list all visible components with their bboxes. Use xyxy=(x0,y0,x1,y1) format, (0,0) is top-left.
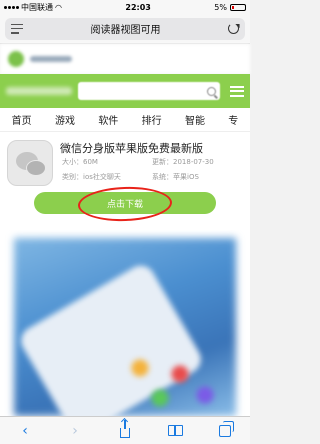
app-icon xyxy=(7,140,53,186)
battery-percent: 5% xyxy=(214,2,227,12)
browser-toolbar: ‹ › xyxy=(0,416,250,444)
app-category-label: 类别： xyxy=(62,173,83,181)
app-updated: 更新：2018-07-30 xyxy=(152,157,214,167)
nav-item-games[interactable]: 游戏 xyxy=(51,110,79,129)
app-system-value: 苹果iOS xyxy=(173,173,199,181)
app-updated-value: 2018-07-30 xyxy=(173,158,214,166)
preview-icons-blurred xyxy=(120,350,220,410)
search-icon[interactable] xyxy=(207,86,216,96)
bookmarks-icon[interactable] xyxy=(165,421,185,441)
app-screenshot-preview xyxy=(0,230,250,416)
wifi-icon: ◠ xyxy=(55,2,62,12)
menu-icon[interactable] xyxy=(230,85,244,97)
status-right: 5% xyxy=(214,3,246,12)
signal-icon xyxy=(4,5,19,9)
app-size: 大小：60M xyxy=(62,157,98,167)
status-time: 22:03 xyxy=(125,2,151,12)
address-title[interactable]: 阅读器视图可用 xyxy=(91,21,161,36)
battery-icon xyxy=(230,3,246,11)
annotation-circle xyxy=(77,185,173,223)
app-size-value: 60M xyxy=(83,158,98,166)
nav-item-topics[interactable]: 专 xyxy=(224,110,242,129)
site-logo-icon[interactable] xyxy=(8,51,24,67)
forward-icon[interactable]: › xyxy=(65,421,85,441)
site-logo-text-blurred xyxy=(30,56,72,62)
nav-item-smart[interactable]: 智能 xyxy=(181,110,209,129)
nav-item-home[interactable]: 首页 xyxy=(8,110,36,129)
status-bar: 中国联通 ◠ 22:03 5% xyxy=(0,0,250,14)
app-updated-label: 更新： xyxy=(152,158,173,166)
address-bar[interactable]: 阅读器视图可用 xyxy=(5,17,245,40)
app-category: 类别：ios社交聊天 xyxy=(62,172,121,182)
reader-view-icon[interactable] xyxy=(11,23,23,34)
app-system-label: 系统： xyxy=(152,173,173,181)
wechat-bubble-icon xyxy=(26,160,46,176)
app-card: 微信分身版苹果版免费最新版 大小：60M 更新：2018-07-30 类别：io… xyxy=(0,132,250,230)
status-left: 中国联通 ◠ xyxy=(4,2,62,13)
share-icon[interactable] xyxy=(115,419,135,441)
nav-item-software[interactable]: 软件 xyxy=(94,110,122,129)
site-title-blurred xyxy=(6,87,72,95)
nav-item-ranking[interactable]: 排行 xyxy=(138,110,166,129)
app-category-value: ios社交聊天 xyxy=(83,173,121,181)
reload-icon[interactable] xyxy=(228,23,239,34)
tabs-icon[interactable] xyxy=(215,420,235,441)
app-title: 微信分身版苹果版免费最新版 xyxy=(60,142,203,155)
site-logo-row xyxy=(0,44,250,74)
back-icon[interactable]: ‹ xyxy=(15,421,35,441)
app-size-label: 大小： xyxy=(62,158,83,166)
site-search-input[interactable] xyxy=(78,82,220,100)
site-header-bar xyxy=(0,74,250,108)
carrier-label: 中国联通 xyxy=(21,2,53,12)
site-nav: 首页 游戏 软件 排行 智能 专 xyxy=(0,108,250,132)
browser-address-area: 阅读器视图可用 xyxy=(0,14,250,44)
app-system: 系统：苹果iOS xyxy=(152,172,199,182)
